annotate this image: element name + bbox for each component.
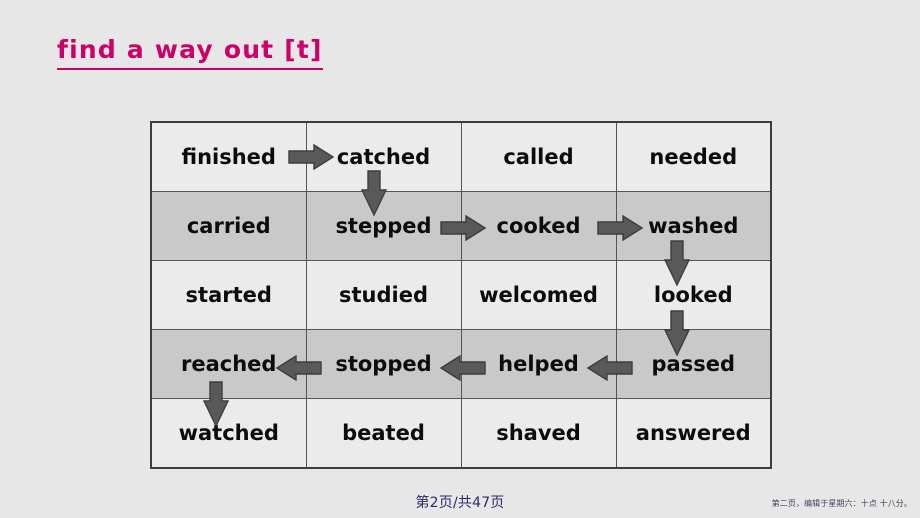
table-cell-studied[interactable]: studied — [305, 260, 462, 330]
table-cell-answered[interactable]: answered — [615, 398, 772, 469]
table-cell-stepped[interactable]: stepped — [305, 191, 462, 261]
cell-word-label: cooked — [496, 214, 581, 238]
table-cell-called[interactable]: called — [460, 121, 617, 192]
table-row: finished catched called needed — [150, 121, 772, 192]
table-cell-cooked[interactable]: cooked — [460, 191, 617, 261]
cell-word-label: passed — [651, 352, 735, 376]
table-body: finished catched called needed carried steppe… — [150, 121, 772, 469]
table-cell-washed[interactable]: washed — [615, 191, 772, 261]
table-cell-helped[interactable]: helped — [460, 329, 617, 399]
table-cell-watched[interactable]: watched — [150, 398, 307, 469]
cell-word-label: carried — [186, 214, 271, 238]
table-cell-reached[interactable]: reached — [150, 329, 307, 399]
verb-grid-table: finished catched called needed carried steppe… — [150, 121, 772, 469]
cell-word-label: started — [185, 283, 272, 307]
table-cell-beated[interactable]: beated — [305, 398, 462, 469]
page-title: find a way out [t] — [57, 35, 323, 70]
cell-word-label: stopped — [335, 352, 432, 376]
cell-word-label: called — [503, 145, 574, 169]
table-cell-welcomed[interactable]: welcomed — [460, 260, 617, 330]
table-cell-looked[interactable]: looked — [615, 260, 772, 330]
cell-word-label: needed — [649, 145, 738, 169]
cell-word-label: finished — [181, 145, 276, 169]
cell-word-label: answered — [635, 421, 751, 445]
cell-word-label: shaved — [496, 421, 581, 445]
table-cell-needed[interactable]: needed — [615, 121, 772, 192]
edit-timestamp-note: 第二页，编辑于星期六：十点 十八分。 — [771, 499, 912, 508]
table-cell-stopped[interactable]: stopped — [305, 329, 462, 399]
cell-word-label: catched — [336, 145, 431, 169]
table-row: reached stopped helped passed — [150, 329, 772, 399]
cell-word-label: stepped — [335, 214, 432, 238]
table-row: watched beated shaved answered — [150, 398, 772, 469]
cell-word-label: helped — [498, 352, 579, 376]
table-cell-started[interactable]: started — [150, 260, 307, 330]
cell-word-label: studied — [339, 283, 428, 307]
cell-word-label: washed — [648, 214, 739, 238]
table-row: started studied welcomed looked — [150, 260, 772, 330]
table-row: carried stepped cooked washed — [150, 191, 772, 261]
table-cell-catched[interactable]: catched — [305, 121, 462, 192]
table-cell-finished[interactable]: finished — [150, 121, 307, 192]
cell-word-label: watched — [178, 421, 279, 445]
table-cell-shaved[interactable]: shaved — [460, 398, 617, 469]
table-cell-passed[interactable]: passed — [615, 329, 772, 399]
cell-word-label: looked — [653, 283, 733, 307]
cell-word-label: reached — [181, 352, 277, 376]
cell-word-label: beated — [342, 421, 425, 445]
cell-word-label: welcomed — [479, 283, 598, 307]
table-cell-carried[interactable]: carried — [150, 191, 307, 261]
